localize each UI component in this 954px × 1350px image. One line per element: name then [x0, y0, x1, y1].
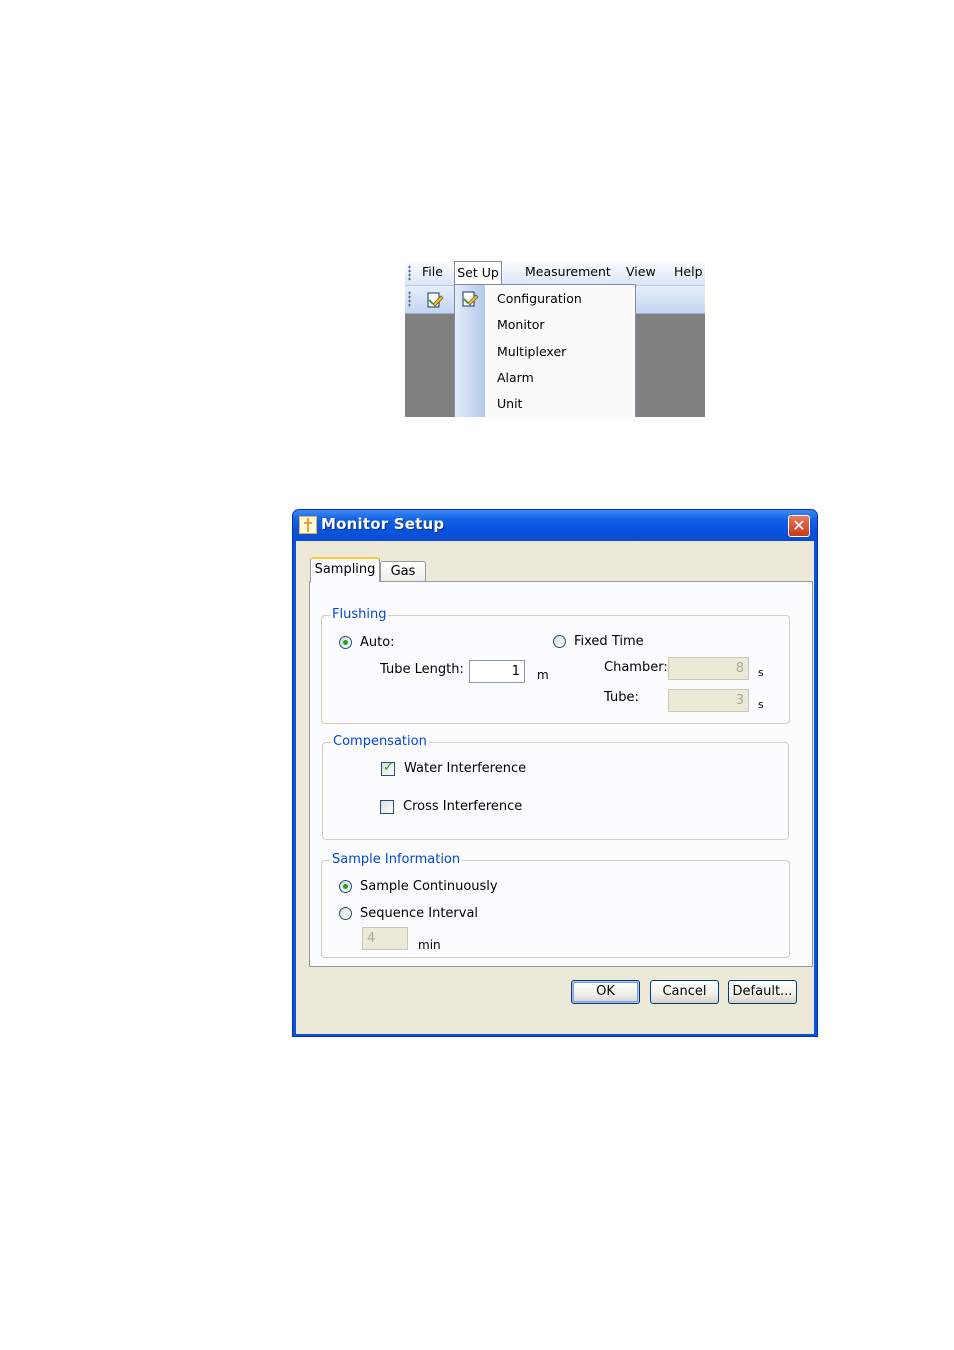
ok-button[interactable]: OK: [571, 980, 640, 1004]
auto-label: Auto:: [360, 635, 395, 650]
tube-length-label: Tube Length:: [380, 662, 464, 677]
sequence-interval-label: Sequence Interval: [360, 906, 479, 921]
sample-information-group: Sample Information Sample Continuously S…: [321, 852, 790, 958]
flushing-legend: Flushing: [330, 607, 389, 623]
menu-setup[interactable]: Set Up: [454, 261, 502, 285]
cross-interference-checkbox[interactable]: [380, 800, 394, 814]
edit-document-icon: [462, 291, 479, 307]
menu-measurement[interactable]: Measurement: [519, 261, 617, 283]
grip-handle-icon[interactable]: [408, 291, 411, 308]
menu-item-monitor[interactable]: Monitor: [497, 312, 545, 338]
tab-sampling[interactable]: Sampling: [310, 557, 380, 582]
chamber-unit: s: [758, 666, 764, 679]
tube-length-input[interactable]: 1: [469, 660, 525, 683]
menu-item-alarm[interactable]: Alarm: [497, 365, 534, 391]
menu-bar: File Set Up Measurement View Help: [405, 261, 705, 286]
sequence-interval-unit: min: [418, 938, 441, 952]
menu-item-unit[interactable]: Unit: [497, 391, 522, 417]
fixed-time-radio[interactable]: [553, 635, 566, 648]
sample-information-legend: Sample Information: [330, 852, 463, 868]
sample-continuously-label: Sample Continuously: [360, 879, 498, 894]
default-button[interactable]: Default...: [728, 980, 797, 1004]
menu-file[interactable]: File: [416, 261, 449, 283]
tube-unit: s: [758, 698, 764, 711]
grip-handle-icon[interactable]: [408, 265, 411, 281]
close-button[interactable]: ✕: [788, 515, 810, 537]
water-interference-label: Water Interference: [404, 761, 527, 776]
sequence-interval-radio[interactable]: [339, 907, 352, 920]
compensation-group: Compensation ✓ Water Interference Cross …: [322, 734, 789, 840]
tab-gas[interactable]: Gas: [380, 561, 426, 583]
sequence-interval-input[interactable]: 4: [362, 927, 408, 950]
tube-label: Tube:: [604, 690, 639, 705]
tab-panel-sampling: Flushing Auto: Fixed Time Tube Length: 1…: [309, 581, 813, 967]
auto-radio[interactable]: [339, 636, 352, 649]
edit-document-icon[interactable]: [426, 291, 444, 309]
chamber-label: Chamber:: [604, 660, 668, 675]
tube-input[interactable]: 3: [668, 689, 749, 712]
compensation-legend: Compensation: [331, 734, 429, 750]
menu-screenshot: File Set Up Measurement View Help Config…: [405, 261, 705, 417]
tube-length-unit: m: [537, 668, 549, 682]
dialog-title: Monitor Setup: [321, 515, 445, 533]
setup-dropdown-menu: Configuration Monitor Multiplexer Alarm …: [454, 284, 636, 417]
fixed-time-label: Fixed Time: [574, 634, 644, 649]
chamber-input[interactable]: 8: [668, 657, 749, 680]
monitor-setup-dialog: Monitor Setup ✕ Sampling Gas Flushing Au…: [292, 509, 818, 1037]
title-bar[interactable]: Monitor Setup ✕: [293, 510, 817, 541]
sample-continuously-radio[interactable]: [339, 880, 352, 893]
menu-help[interactable]: Help: [668, 261, 705, 283]
menu-item-multiplexer[interactable]: Multiplexer: [497, 339, 566, 365]
menu-view[interactable]: View: [620, 261, 662, 283]
menu-item-configuration[interactable]: Configuration: [497, 286, 582, 312]
app-icon: [299, 516, 317, 534]
dialog-client-area: Sampling Gas Flushing Auto: Fixed Time T…: [296, 541, 814, 1034]
checkmark-icon: ✓: [383, 760, 394, 775]
cross-interference-label: Cross Interference: [403, 799, 523, 814]
flushing-group: Flushing Auto: Fixed Time Tube Length: 1…: [321, 607, 790, 724]
cancel-button[interactable]: Cancel: [650, 980, 719, 1004]
close-icon: ✕: [792, 516, 806, 535]
water-interference-checkbox[interactable]: ✓: [381, 760, 395, 776]
